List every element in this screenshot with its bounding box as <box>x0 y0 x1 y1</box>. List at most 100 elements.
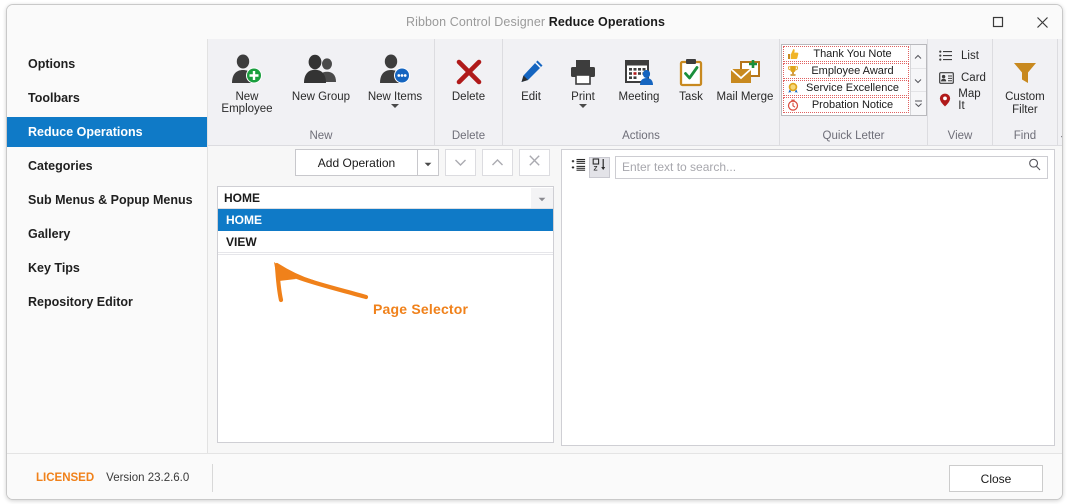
sidebar-item-gallery[interactable]: Gallery <box>7 219 207 249</box>
sidebar-item-label: Sub Menus & Popup Menus <box>28 193 193 207</box>
magnifier-icon[interactable] <box>1028 158 1041 176</box>
new-group-button[interactable]: New Group <box>284 45 358 103</box>
ribbon-group-quick-letter-body: Thank You Note Employee Award Service Ex… <box>780 39 927 126</box>
properties-grid-empty <box>562 180 1054 442</box>
ribbon-group-view: List Card Map It View <box>928 39 993 146</box>
scroll-down-icon <box>914 71 922 89</box>
close-dialog-button[interactable]: Close <box>949 465 1043 492</box>
edit-button[interactable]: Edit <box>505 45 557 103</box>
sort-az-button[interactable]: Z <box>589 156 610 178</box>
print-label: Print <box>571 91 595 103</box>
ribbon-group-actions-label: Actions <box>622 130 660 142</box>
add-operation-dropdown-button[interactable] <box>418 149 439 176</box>
custom-filter-label-line2: Filter <box>1012 104 1038 116</box>
sort-az-icon: Z <box>592 157 607 177</box>
scroll-up-icon <box>914 47 922 65</box>
close-button[interactable] <box>1020 5 1062 39</box>
delete-button[interactable]: Delete <box>437 45 500 103</box>
page-selector-dropdown-button[interactable] <box>531 187 553 208</box>
gallery-item-employee-award[interactable]: Employee Award <box>782 63 909 79</box>
ribbon-collapse-spacer <box>1060 39 1062 126</box>
move-down-button[interactable] <box>445 149 476 176</box>
pencil-icon <box>516 49 546 87</box>
sidebar-item-label: Toolbars <box>28 91 80 105</box>
page-option-home[interactable]: HOME <box>218 209 553 231</box>
printer-icon <box>568 49 598 87</box>
mail-merge-button[interactable]: Mail Merge <box>713 45 777 103</box>
sidebar-item-sub-menus-popup-menus[interactable]: Sub Menus & Popup Menus <box>7 185 207 215</box>
sidebar-item-categories[interactable]: Categories <box>7 151 207 181</box>
ribbon-group-new-label: New <box>309 130 333 142</box>
ribbon-group-find: Custom Filter Find <box>993 39 1058 146</box>
gallery-scrollbar[interactable] <box>909 45 926 115</box>
ribbon-group-quick-letter-label: Quick Letter <box>822 130 885 142</box>
page-option-view[interactable]: VIEW <box>218 231 553 253</box>
ribbon-collapse-button[interactable] <box>1060 126 1062 146</box>
properties-search-row: Z Enter text to search... <box>562 150 1054 180</box>
sidebar-item-toolbars[interactable]: Toolbars <box>7 83 207 113</box>
maximize-button[interactable] <box>976 5 1020 39</box>
properties-panel: Z Enter text to search... <box>561 149 1055 446</box>
gallery-item-label: Employee Award <box>811 65 894 77</box>
gallery-scroll-up-button[interactable] <box>910 45 926 69</box>
card-view-button[interactable]: Card <box>936 67 986 89</box>
maximize-icon <box>992 16 1004 28</box>
new-employee-button[interactable]: New Employee <box>210 45 284 115</box>
trophy-icon <box>786 64 801 78</box>
page-selector-combobox[interactable]: HOME <box>218 187 553 209</box>
sidebar-item-label: Categories <box>28 159 93 173</box>
sidebar-item-reduce-operations[interactable]: Reduce Operations <box>7 117 207 147</box>
sidebar-item-repository-editor[interactable]: Repository Editor <box>7 287 207 317</box>
custom-filter-button[interactable]: Custom Filter <box>995 45 1055 117</box>
page-selector-value: HOME <box>224 190 260 205</box>
add-operation-split-button[interactable]: Add Operation <box>295 149 439 176</box>
sidebar-item-label: Repository Editor <box>28 295 133 309</box>
thumbs-up-icon <box>786 47 801 61</box>
page-option-label: HOME <box>226 212 262 227</box>
dialog-content: Options Toolbars Reduce Operations Categ… <box>7 39 1062 453</box>
page-option-label: VIEW <box>226 234 257 249</box>
chevron-up-icon <box>491 154 504 172</box>
add-operation-button[interactable]: Add Operation <box>295 149 418 176</box>
page-selector-listbox[interactable]: HOME HOME VIEW <box>217 186 554 443</box>
ribbon-group-new: New Employee New Group New Items New <box>208 39 435 146</box>
app-root: Ribbon Control Designer Reduce Operation… <box>0 0 1069 504</box>
remove-operation-button[interactable] <box>519 149 550 176</box>
ribbon-group-delete-body: Delete <box>437 39 500 126</box>
licensed-badge: LICENSED <box>36 472 95 484</box>
map-it-label: Map It <box>958 88 981 112</box>
new-items-button[interactable]: New Items <box>358 45 432 108</box>
gallery-expand-icon <box>914 95 923 113</box>
gallery-expand-button[interactable] <box>911 92 926 115</box>
view-button-list: List Card Map It <box>930 39 990 112</box>
caret-down-icon <box>579 104 587 108</box>
quick-letter-gallery[interactable]: Thank You Note Employee Award Service Ex… <box>780 44 927 116</box>
move-up-button[interactable] <box>482 149 513 176</box>
chevron-down-icon <box>454 154 467 172</box>
card-view-label: Card <box>961 72 986 84</box>
print-button[interactable]: Print <box>557 45 609 108</box>
gallery-item-probation-notice[interactable]: Probation Notice <box>782 97 909 113</box>
envelope-plus-icon <box>729 49 761 87</box>
ribbon-bar: New Employee New Group New Items New Del… <box>208 39 1062 146</box>
meeting-button[interactable]: Meeting <box>609 45 669 103</box>
close-x-icon <box>528 154 541 172</box>
sidebar-item-key-tips[interactable]: Key Tips <box>7 253 207 283</box>
properties-search-box[interactable]: Enter text to search... <box>615 155 1048 179</box>
search-input[interactable]: Enter text to search... <box>622 160 1028 174</box>
gallery-item-service-excellence[interactable]: Service Excellence <box>782 80 909 96</box>
sidebar-item-options[interactable]: Options <box>7 49 207 79</box>
svg-text:Z: Z <box>594 165 598 171</box>
gallery-scroll-down-button[interactable] <box>910 69 926 93</box>
ribbon-collapse-cell <box>1058 39 1062 146</box>
task-button[interactable]: Task <box>669 45 713 103</box>
group-by-button[interactable] <box>568 157 589 178</box>
window-title-page: Reduce Operations <box>548 15 666 29</box>
gallery-item-thank-you-note[interactable]: Thank You Note <box>782 46 909 62</box>
quick-letter-items: Thank You Note Employee Award Service Ex… <box>782 45 910 115</box>
map-it-button[interactable]: Map It <box>936 88 986 112</box>
new-group-label: New Group <box>291 91 351 103</box>
gallery-item-label: Thank You Note <box>813 48 892 60</box>
list-view-button[interactable]: List <box>936 45 986 67</box>
edit-label: Edit <box>521 91 541 103</box>
